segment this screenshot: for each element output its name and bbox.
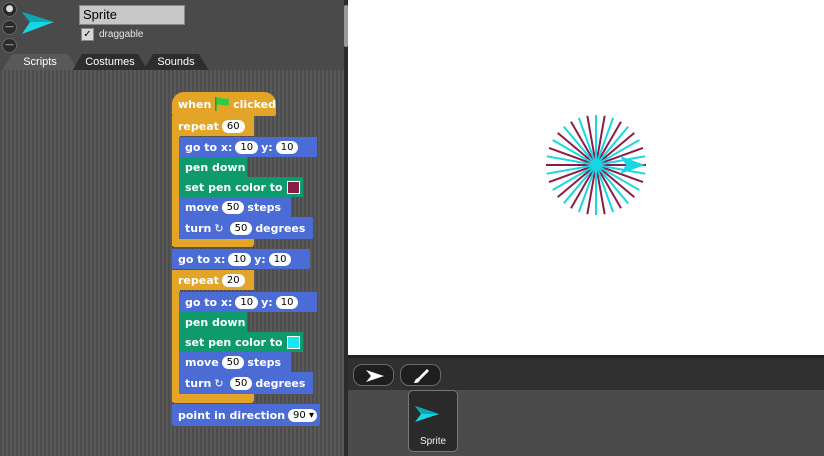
tab-costumes-label: Costumes	[85, 56, 135, 68]
turn1-degrees-input[interactable]: 50	[229, 221, 253, 235]
repeat-block-1[interactable]: repeat 60	[172, 116, 254, 136]
repeat2-count-input[interactable]: 20	[221, 273, 245, 287]
rotation-style-none-button[interactable]: —	[2, 38, 17, 53]
sprite-arrow-icon	[415, 406, 439, 422]
go-to-xy-block-2[interactable]: go to x: 10 y: 10	[172, 249, 310, 269]
green-flag-icon	[215, 97, 230, 111]
go-to-xy-block-3[interactable]: go to x: 10 y: 10	[179, 292, 317, 312]
corral-sprite-label: Sprite	[419, 436, 447, 447]
sprite-header: ● — — Sprite ✓ draggable Scripts Costume…	[0, 0, 344, 71]
move1-steps-input[interactable]: 50	[221, 200, 245, 214]
turtle-button[interactable]	[353, 364, 394, 386]
turn-block-2[interactable]: turn ↻ 50 degrees	[179, 372, 313, 394]
goto3-y-label: y:	[261, 295, 273, 309]
turn1-suffix: degrees	[255, 221, 306, 235]
when-flag-clicked-block[interactable]: when clicked	[172, 92, 276, 116]
pen-down-block-2[interactable]: pen down	[179, 312, 247, 332]
sprite-thumbnail-icon	[22, 12, 54, 34]
draggable-checkbox[interactable]: ✓	[81, 28, 94, 41]
turn-clockwise-icon: ↻	[214, 221, 224, 235]
rotation-style-rotate-button[interactable]: ●	[2, 2, 17, 17]
goto2-label: go to x:	[178, 252, 226, 266]
sprite-name-input[interactable]: Sprite	[79, 5, 185, 25]
goto3-label: go to x:	[185, 295, 233, 309]
move1-label: move	[185, 200, 219, 214]
pen-color-swatch-1[interactable]	[286, 180, 300, 194]
rotation-style-flip-button[interactable]: —	[2, 20, 17, 35]
move-block-1[interactable]: move 50 steps	[179, 197, 291, 217]
scripts-area[interactable]: when clicked repeat 60 go to x: 10 y: 10…	[0, 70, 344, 456]
paint-new-sprite-button[interactable]	[400, 364, 441, 386]
tab-sounds[interactable]: Sounds	[143, 54, 209, 71]
tab-sounds-label: Sounds	[157, 56, 195, 68]
repeat1-count-input[interactable]: 60	[221, 119, 245, 133]
pen-down2-label: pen down	[185, 315, 246, 329]
goto3-x-input[interactable]: 10	[235, 295, 259, 309]
goto1-y-input[interactable]: 10	[275, 140, 299, 154]
repeat-block-2[interactable]: repeat 20	[172, 270, 254, 290]
point-label: point in direction	[178, 408, 286, 422]
goto1-label: go to x:	[185, 140, 233, 154]
tab-scripts[interactable]: Scripts	[2, 54, 78, 71]
repeat1-label: repeat	[178, 119, 219, 133]
goto2-x-input[interactable]: 10	[228, 252, 252, 266]
repeat-block-2-foot	[172, 394, 254, 403]
goto3-y-input[interactable]: 10	[275, 295, 299, 309]
pen-drawing	[546, 115, 646, 215]
pen-color-swatch-2[interactable]	[286, 335, 300, 349]
pen-down-block-1[interactable]: pen down	[179, 157, 247, 177]
goto1-y-label: y:	[261, 140, 273, 154]
hat-clicked-label: clicked	[233, 97, 276, 111]
set-pen-color2-label: set pen color to	[185, 335, 283, 349]
turtle-arrow-icon	[366, 370, 384, 382]
goto2-y-label: y:	[254, 252, 266, 266]
set-pen-color-block-2[interactable]: set pen color to	[179, 332, 303, 352]
move-block-2[interactable]: move 50 steps	[179, 352, 291, 372]
move2-steps-input[interactable]: 50	[221, 355, 245, 369]
turn2-label: turn	[185, 376, 212, 390]
repeat-block-1-foot	[172, 238, 254, 247]
turn-clockwise-icon: ↻	[214, 376, 224, 390]
draggable-label: draggable	[99, 29, 144, 40]
go-to-xy-block-1[interactable]: go to x: 10 y: 10	[179, 137, 317, 157]
move2-label: move	[185, 355, 219, 369]
repeat2-label: repeat	[178, 273, 219, 287]
paintbrush-icon	[414, 369, 429, 383]
turn2-degrees-input[interactable]: 50	[229, 376, 253, 390]
point-direction-input[interactable]: 90 ▾	[288, 408, 317, 422]
goto2-y-input[interactable]: 10	[268, 252, 292, 266]
move1-suffix: steps	[247, 200, 282, 214]
pen-down1-label: pen down	[185, 160, 246, 174]
set-pen-color-block-1[interactable]: set pen color to	[179, 177, 303, 197]
tab-scripts-label: Scripts	[23, 56, 57, 68]
turn1-label: turn	[185, 221, 212, 235]
point-in-direction-block[interactable]: point in direction 90 ▾	[172, 404, 320, 426]
set-pen-color1-label: set pen color to	[185, 180, 283, 194]
stage[interactable]	[348, 0, 824, 355]
turn-block-1[interactable]: turn ↻ 50 degrees	[179, 217, 313, 239]
tab-costumes[interactable]: Costumes	[72, 54, 148, 71]
move2-suffix: steps	[247, 355, 282, 369]
hat-when-label: when	[178, 97, 212, 111]
goto1-x-input[interactable]: 10	[235, 140, 259, 154]
point-direction-value: 90	[293, 409, 306, 421]
turn2-suffix: degrees	[255, 376, 306, 390]
